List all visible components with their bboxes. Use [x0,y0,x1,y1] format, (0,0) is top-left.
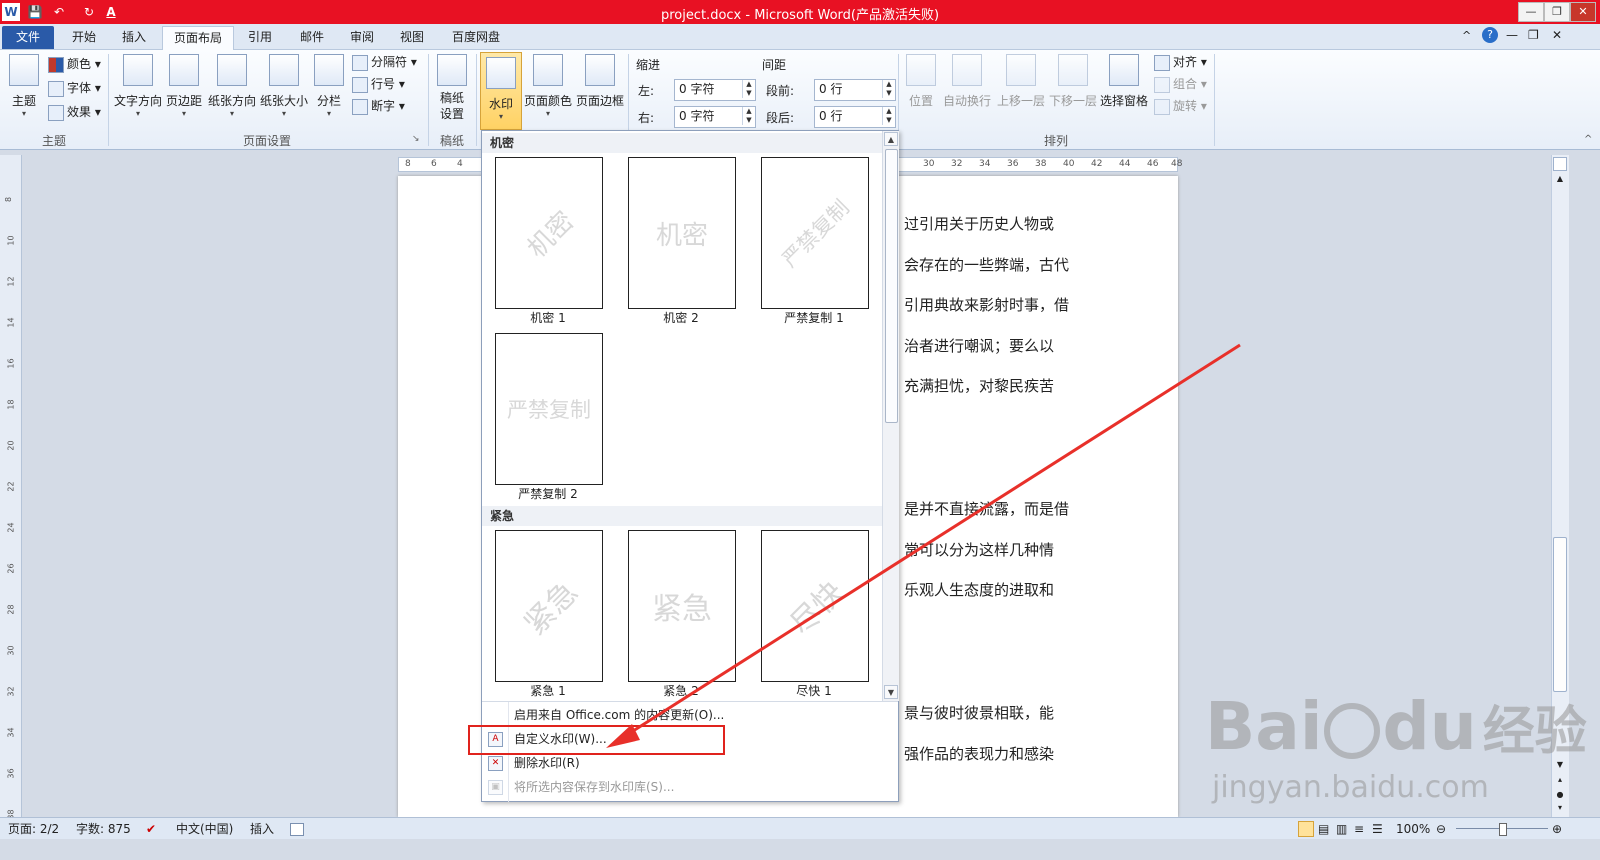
baidu-jingyan-text: 经验 [1482,702,1587,762]
baidu-watermark-url: jingyan.baidu.com [1212,770,1489,805]
arrow-line [621,343,1241,740]
arrow-head [606,724,640,748]
baidu-brand-text-2: du [1382,688,1477,765]
baidu-watermark-brand: Bai du 经验 [1205,688,1587,765]
paw-icon [1324,702,1381,759]
baidu-brand-text: Bai [1205,688,1323,765]
